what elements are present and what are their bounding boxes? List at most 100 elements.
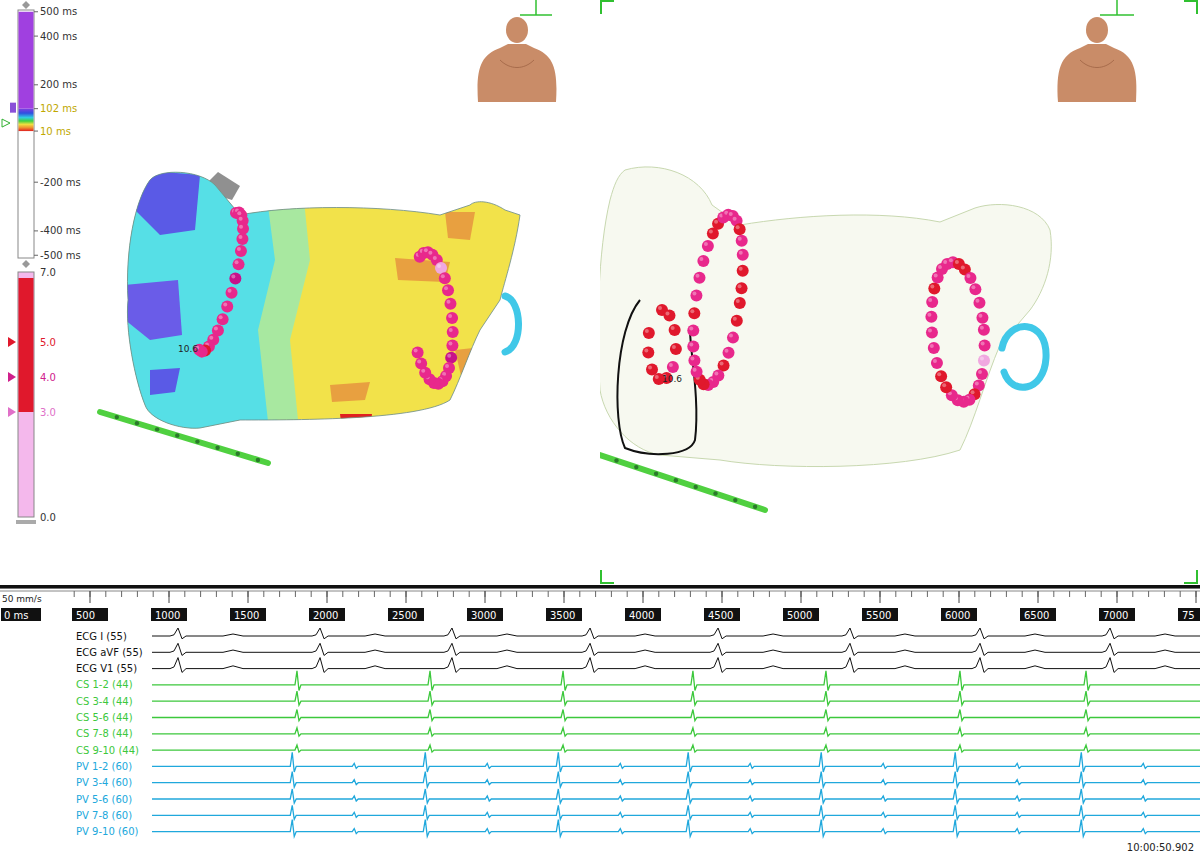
scale-handle-icon[interactable] <box>22 260 30 268</box>
ablation-tag[interactable] <box>697 255 709 267</box>
region-outline[interactable] <box>617 300 696 454</box>
ablation-tag[interactable] <box>226 287 238 299</box>
signal-channel[interactable]: PV 5-6 (60) <box>76 789 1200 805</box>
scale-handle[interactable] <box>16 520 36 524</box>
cs-catheter[interactable] <box>100 412 268 463</box>
ablation-tag[interactable] <box>978 324 990 336</box>
ablation-tag[interactable] <box>217 313 229 325</box>
signal-channel[interactable]: CS 5-6 (44) <box>76 710 1200 724</box>
ablation-tag[interactable] <box>978 354 990 366</box>
ablation-tag[interactable] <box>667 361 679 373</box>
ablation-tag[interactable] <box>925 311 937 323</box>
ablation-tag[interactable] <box>926 326 938 338</box>
signal-channel[interactable]: CS 3-4 (44) <box>76 691 1200 707</box>
threshold-marker-icon[interactable] <box>8 337 16 347</box>
torso-orientation-icon[interactable] <box>478 0 557 102</box>
ablation-tag[interactable] <box>940 381 952 393</box>
activation-map-view[interactable]: 10.6 <box>90 0 600 585</box>
ablation-tag[interactable] <box>969 283 981 295</box>
window-top-marker[interactable] <box>10 103 16 113</box>
ablation-tag[interactable] <box>723 347 735 359</box>
map-canvas[interactable]: 10.6 <box>600 0 1200 585</box>
ablation-tag[interactable] <box>445 352 457 364</box>
signal-channel[interactable]: PV 7-8 (60) <box>76 805 1200 821</box>
signal-channel[interactable]: CS 7-8 (44) <box>76 728 1200 740</box>
ablation-tag[interactable] <box>935 370 947 382</box>
ablation-tag[interactable] <box>690 289 702 301</box>
panel-separator[interactable] <box>0 585 1200 589</box>
signal-channel[interactable]: CS 9-10 (44) <box>76 745 1200 756</box>
activation-scale[interactable]: 500 ms400 ms200 ms102 ms10 ms-200 ms-400… <box>2 1 81 261</box>
force-scale[interactable]: 7.05.04.03.00.0 <box>8 260 56 524</box>
signal-channel[interactable]: PV 9-10 (60) <box>76 820 1200 838</box>
ablation-tag[interactable] <box>229 272 241 284</box>
channel-label: CS 1-2 (44) <box>76 679 133 690</box>
ablation-tag[interactable] <box>702 240 714 252</box>
ablation-tag[interactable] <box>687 325 699 337</box>
ablation-tag[interactable] <box>221 301 233 313</box>
ablation-tag[interactable] <box>235 245 247 257</box>
ablation-tag[interactable] <box>964 272 976 284</box>
signal-channel[interactable]: ECG aVF (55) <box>76 643 1200 658</box>
ablation-tag[interactable] <box>979 339 991 351</box>
signal-channel[interactable]: PV 3-4 (60) <box>76 772 1200 789</box>
ablation-tag[interactable] <box>412 346 424 358</box>
atrium-shell[interactable] <box>600 167 1051 467</box>
threshold-marker-icon[interactable] <box>8 372 16 382</box>
threshold-marker-icon[interactable] <box>8 407 16 417</box>
ablation-tag[interactable] <box>687 341 699 353</box>
ablation-tag[interactable] <box>439 272 451 284</box>
ablation-tag[interactable] <box>737 249 749 261</box>
map-canvas[interactable]: 10.6 <box>90 0 600 585</box>
sweep-speed[interactable]: 50 mm/s <box>2 594 42 604</box>
signal-channel[interactable]: CS 1-2 (44) <box>76 671 1200 691</box>
lasso-catheter[interactable] <box>1002 327 1046 388</box>
ablation-tag[interactable] <box>446 312 458 324</box>
ablation-tag[interactable] <box>669 324 681 336</box>
scale-handle-icon[interactable] <box>22 1 30 9</box>
signal-channel[interactable]: PV 1-2 (60) <box>76 752 1200 772</box>
torso-orientation-icon[interactable] <box>1058 0 1137 102</box>
signal-channel[interactable]: ECG V1 (55) <box>76 658 1200 675</box>
ablation-tag[interactable] <box>928 342 940 354</box>
ablation-tag[interactable] <box>691 366 703 378</box>
signal-traces[interactable]: ECG I (55)ECG aVF (55)ECG V1 (55) CS 1-2 … <box>0 623 1200 859</box>
ablation-tag[interactable] <box>931 357 943 369</box>
ablation-tag[interactable] <box>442 284 454 296</box>
ablation-tag[interactable] <box>693 272 705 284</box>
ablation-tag[interactable] <box>734 223 746 235</box>
signal-channel[interactable]: ECG I (55) <box>76 628 1200 642</box>
ablation-tag[interactable] <box>444 298 456 310</box>
ablation-tag[interactable] <box>736 235 748 247</box>
transparent-map-view[interactable]: 10.6 <box>600 0 1200 585</box>
cs-catheter[interactable] <box>600 455 765 510</box>
atrium-surface[interactable] <box>100 160 540 440</box>
ablation-tag[interactable] <box>663 309 675 321</box>
ablation-tag[interactable] <box>928 283 940 295</box>
ablation-tag[interactable] <box>646 364 658 376</box>
lasso-catheter[interactable] <box>505 296 519 352</box>
ablation-tag[interactable] <box>976 312 988 324</box>
ablation-tag[interactable] <box>237 223 249 235</box>
ablation-tag[interactable] <box>976 368 988 380</box>
ablation-tag[interactable] <box>643 327 655 339</box>
ablation-tag[interactable] <box>734 297 746 309</box>
ablation-tag[interactable] <box>415 358 427 370</box>
ruler-tick <box>516 591 517 597</box>
ablation-tag[interactable] <box>731 315 743 327</box>
ablation-tag[interactable] <box>727 332 739 344</box>
ablation-tag[interactable] <box>446 339 458 351</box>
ablation-tag[interactable] <box>435 262 447 274</box>
ablation-tag[interactable] <box>236 233 248 245</box>
ablation-tag[interactable] <box>973 297 985 309</box>
ablation-tag[interactable] <box>642 346 654 358</box>
ablation-tag[interactable] <box>737 265 749 277</box>
ablation-tag[interactable] <box>447 326 459 338</box>
ablation-tag[interactable] <box>670 343 682 355</box>
reference-marker-icon[interactable] <box>2 119 10 127</box>
ablation-tag[interactable] <box>736 282 748 294</box>
ablation-tag[interactable] <box>688 354 700 366</box>
ablation-tag[interactable] <box>233 258 245 270</box>
ablation-tag[interactable] <box>688 307 700 319</box>
ablation-tag[interactable] <box>926 296 938 308</box>
